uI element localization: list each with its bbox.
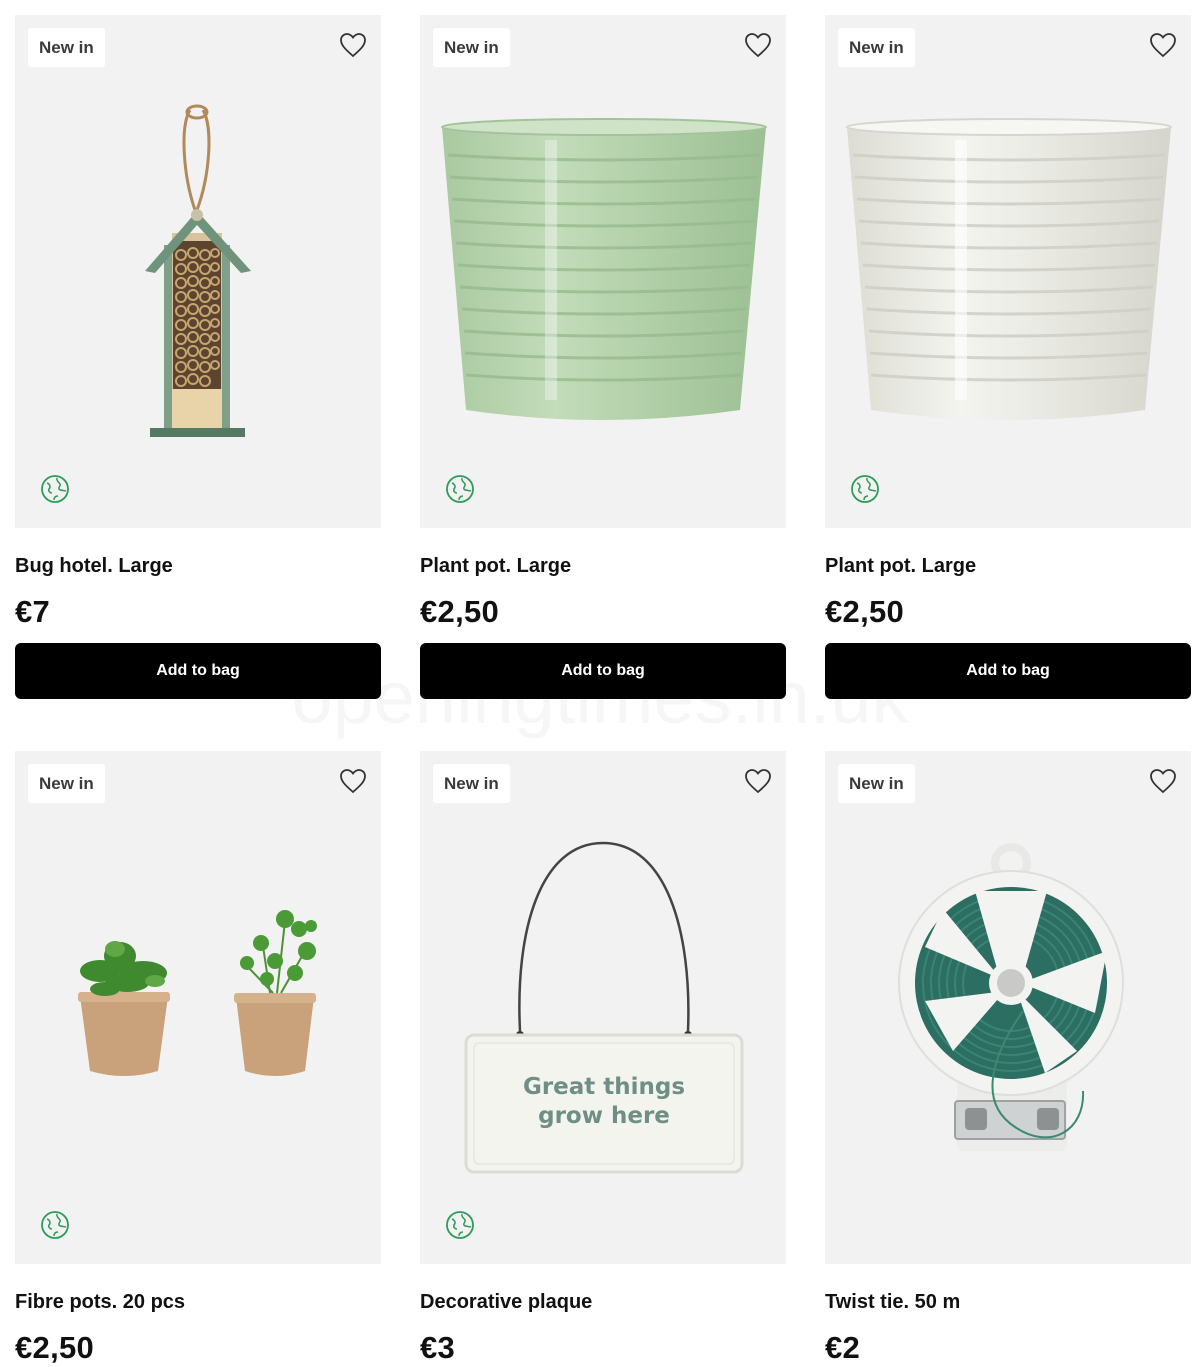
new-in-badge: New in <box>838 28 915 67</box>
product-image-area[interactable]: New in <box>15 15 381 528</box>
new-in-badge: New in <box>28 764 105 803</box>
product-card[interactable]: New in Fibre pots. 20 pcs €2,50 <box>15 751 381 1366</box>
plant-pot-image <box>441 118 767 420</box>
heart-icon[interactable] <box>339 32 367 58</box>
globe-icon <box>41 475 69 503</box>
product-price: €2,50 <box>420 594 500 629</box>
globe-icon <box>446 1211 474 1239</box>
heart-icon[interactable] <box>744 32 772 58</box>
add-to-bag-button[interactable]: Add to bag <box>825 643 1191 699</box>
product-price: €7 <box>15 594 51 629</box>
product-card[interactable]: New in Plant pot. Large €2,50 Add to bag <box>825 15 1191 699</box>
product-image-area[interactable]: New in <box>15 751 381 1264</box>
product-card[interactable]: New in Twist tie. 50 m €2 <box>825 751 1191 1366</box>
fibre-pots-image <box>78 910 317 1076</box>
product-image-area[interactable]: New in <box>825 751 1191 1264</box>
product-card[interactable]: New in Plant pot. Large €2,50 Add to bag <box>420 15 786 699</box>
product-image-area[interactable]: New in <box>825 15 1191 528</box>
product-title[interactable]: Fibre pots. 20 pcs <box>15 1290 381 1314</box>
heart-icon[interactable] <box>1149 32 1177 58</box>
globe-icon <box>446 475 474 503</box>
globe-icon <box>851 475 879 503</box>
product-card[interactable]: Great things grow here New in Decorative… <box>420 751 786 1366</box>
heart-icon[interactable] <box>1149 768 1177 794</box>
product-title[interactable]: Twist tie. 50 m <box>825 1290 1191 1314</box>
new-in-badge: New in <box>433 764 510 803</box>
plaque-text-line1: Great things <box>523 1074 685 1100</box>
decorative-plaque-image: Great things grow here <box>464 841 744 1174</box>
product-image-area[interactable]: Great things grow here New in <box>420 751 786 1264</box>
heart-icon[interactable] <box>339 768 367 794</box>
product-grid: New in Bug hotel. Large €7 Add to bag Ne… <box>15 15 1192 1366</box>
heart-icon[interactable] <box>744 768 772 794</box>
new-in-badge: New in <box>838 764 915 803</box>
product-title[interactable]: Plant pot. Large <box>420 554 786 578</box>
product-title[interactable]: Plant pot. Large <box>825 554 1191 578</box>
plant-pot-image <box>846 118 1172 420</box>
bug-hotel-image <box>145 104 251 437</box>
add-to-bag-button[interactable]: Add to bag <box>420 643 786 699</box>
product-price: €2,50 <box>825 594 905 629</box>
product-card[interactable]: New in Bug hotel. Large €7 Add to bag <box>15 15 381 699</box>
globe-icon <box>41 1211 69 1239</box>
add-to-bag-button[interactable]: Add to bag <box>15 643 381 699</box>
plaque-text-line2: grow here <box>538 1103 670 1129</box>
product-price: €3 <box>420 1330 456 1365</box>
new-in-badge: New in <box>28 28 105 67</box>
product-title[interactable]: Decorative plaque <box>420 1290 786 1314</box>
product-title[interactable]: Bug hotel. Large <box>15 554 381 578</box>
product-price: €2 <box>825 1330 861 1365</box>
new-in-badge: New in <box>433 28 510 67</box>
product-price: €2,50 <box>15 1330 95 1365</box>
twist-tie-image <box>898 843 1124 1151</box>
product-image-area[interactable]: New in <box>420 15 786 528</box>
